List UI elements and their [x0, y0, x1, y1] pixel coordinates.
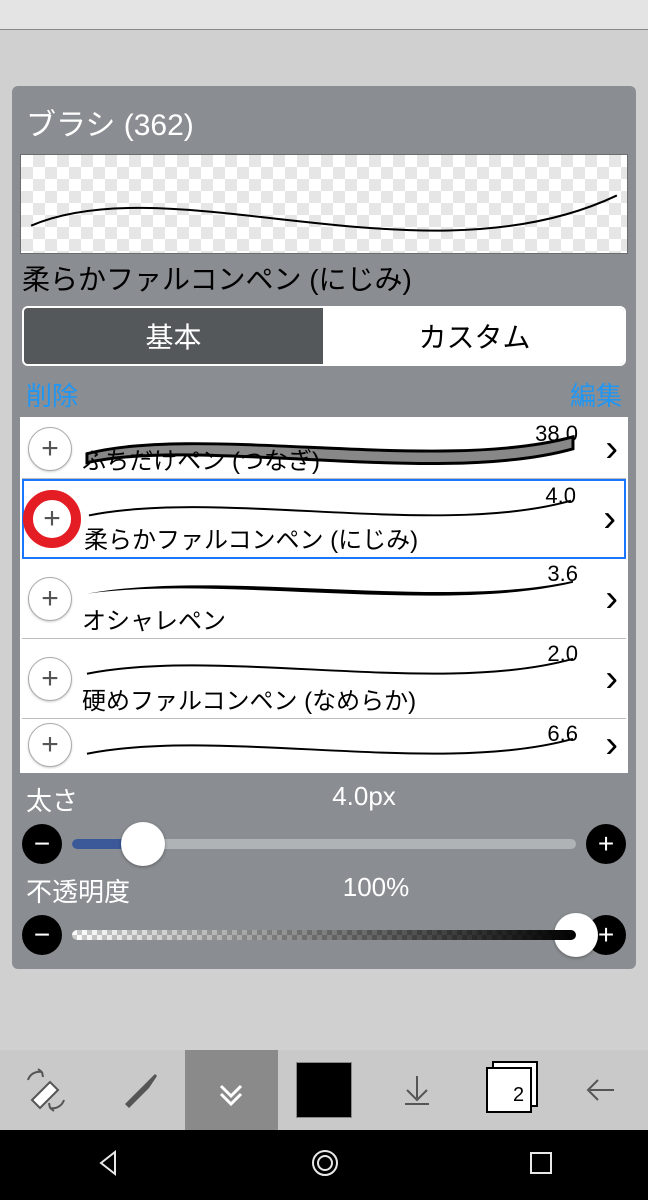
segmented-control: 基本 カスタム — [22, 306, 626, 366]
thickness-minus-button[interactable]: − — [22, 824, 62, 864]
thickness-slider[interactable] — [72, 839, 576, 849]
nav-back-icon[interactable] — [93, 1148, 123, 1183]
brush-name: 硬めファルコンペン (なめらか) — [82, 681, 416, 716]
chevron-right-icon[interactable]: › — [605, 577, 618, 620]
add-to-palette-button[interactable]: + — [28, 577, 72, 621]
brush-item[interactable]: +4.0柔らかファルコンペン (にじみ)› — [22, 479, 626, 559]
tool-layers[interactable] — [463, 1050, 556, 1130]
brush-item[interactable]: +3.6オシャレペン› — [22, 559, 626, 639]
chevron-right-icon[interactable]: › — [603, 498, 616, 541]
add-to-palette-button[interactable]: + — [28, 427, 72, 471]
tab-custom[interactable]: カスタム — [323, 308, 624, 364]
android-navbar — [0, 1130, 648, 1200]
layers-icon — [486, 1067, 532, 1113]
chevron-right-icon[interactable]: › — [605, 724, 618, 767]
tool-brush-settings[interactable] — [185, 1050, 278, 1130]
opacity-slider-block: 不透明度 100% − + — [22, 870, 626, 955]
add-to-palette-button[interactable]: + — [30, 497, 74, 541]
nav-home-icon[interactable] — [308, 1146, 342, 1185]
opacity-minus-button[interactable]: − — [22, 915, 62, 955]
delete-button[interactable]: 削除 — [26, 376, 78, 413]
brush-name: 柔らかファルコンペン (にじみ) — [84, 520, 418, 555]
list-actions: 削除 編集 — [20, 372, 628, 417]
nav-recent-icon[interactable] — [527, 1149, 555, 1182]
app-toolbar — [0, 1050, 648, 1130]
tool-eraser-swap[interactable] — [0, 1050, 93, 1130]
brush-item[interactable]: +38.0ふちだけペン (つなぎ)› — [22, 419, 626, 479]
chevron-right-icon[interactable]: › — [605, 427, 618, 470]
tool-brush[interactable] — [93, 1050, 186, 1130]
brush-preview — [20, 154, 628, 254]
thickness-plus-button[interactable]: + — [586, 824, 626, 864]
edit-button[interactable]: 編集 — [570, 376, 622, 413]
brush-list[interactable]: +38.0ふちだけペン (つなぎ)›+4.0柔らかファルコンペン (にじみ)›+… — [20, 417, 628, 773]
thickness-slider-block: 太さ 4.0px − + — [22, 779, 626, 864]
current-brush-name: 柔らかファルコンペン (にじみ) — [20, 254, 628, 302]
tool-back[interactable] — [555, 1050, 648, 1130]
thickness-label: 太さ — [26, 781, 106, 818]
panel-title: ブラシ (362) — [20, 96, 628, 154]
brush-panel: ブラシ (362) 柔らかファルコンペン (にじみ) 基本 カスタム 削除 編集… — [12, 86, 636, 969]
add-to-palette-button[interactable]: + — [28, 723, 72, 767]
opacity-slider[interactable] — [72, 930, 576, 940]
brush-name: ふちだけペン (つなぎ) — [82, 441, 320, 476]
brush-item[interactable]: +2.0硬めファルコンペン (なめらか)› — [22, 639, 626, 719]
chevron-right-icon[interactable]: › — [605, 657, 618, 700]
opacity-value: 100% — [130, 872, 622, 909]
tool-color[interactable] — [278, 1050, 371, 1130]
thickness-value: 4.0px — [106, 781, 622, 818]
tool-download[interactable] — [370, 1050, 463, 1130]
brush-item[interactable]: +6.6› — [22, 719, 626, 771]
opacity-label: 不透明度 — [26, 872, 130, 909]
status-bar — [0, 0, 648, 30]
color-swatch — [296, 1062, 352, 1118]
brush-name: オシャレペン — [82, 601, 226, 636]
add-to-palette-button[interactable]: + — [28, 657, 72, 701]
tab-basic[interactable]: 基本 — [24, 308, 323, 364]
